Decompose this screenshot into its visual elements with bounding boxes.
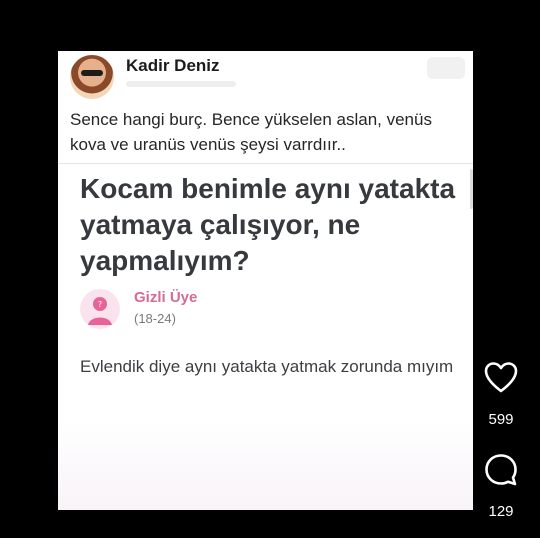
post-options-area	[427, 57, 465, 79]
post-header: Kadir Deniz	[70, 55, 465, 101]
heart-icon[interactable]	[483, 360, 519, 396]
anonymous-user-icon: ?	[80, 289, 120, 329]
shared-post-card: Kadir Deniz Sence hangi burç. Bence yüks…	[58, 51, 473, 510]
author-name[interactable]: Kadir Deniz	[126, 56, 220, 76]
question-title: Kocam benimle aynı yatakta yatmaya çalış…	[80, 173, 456, 276]
side-actions: 599 129	[474, 356, 528, 526]
asker-info: ? Gizli Üye (18-24)	[80, 289, 380, 333]
svg-text:?: ?	[98, 300, 102, 309]
asker-name: Gizli Üye	[134, 289, 198, 306]
divider	[58, 163, 473, 164]
scrollbar[interactable]	[470, 169, 473, 209]
avatar[interactable]	[70, 55, 114, 99]
like-count: 599	[488, 411, 514, 428]
asker-age: (18-24)	[134, 311, 176, 326]
post-meta-placeholder	[126, 81, 236, 87]
comment-bubble-icon[interactable]	[483, 452, 519, 488]
bottom-fade	[58, 420, 473, 510]
post-caption: Sence hangi burç. Bence yükselen aslan, …	[70, 110, 432, 154]
comment-count: 129	[488, 503, 514, 520]
question-body: Evlendik diye aynı yatakta yatmak zorund…	[80, 357, 454, 376]
